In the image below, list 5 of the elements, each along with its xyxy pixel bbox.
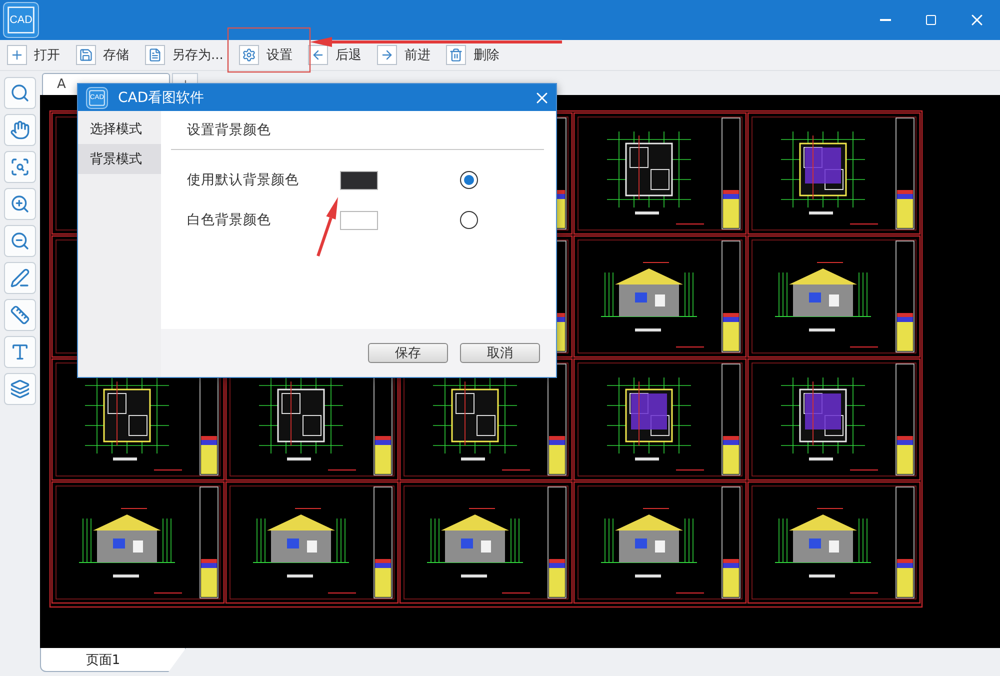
option-label: 使用默认背景颜色 <box>187 171 300 189</box>
app-logo: CAD <box>3 2 39 38</box>
option-label: 白色背景颜色 <box>187 211 272 229</box>
section-heading: 设置背景颜色 <box>171 111 544 150</box>
dialog-title: CAD看图软件 <box>118 88 206 106</box>
